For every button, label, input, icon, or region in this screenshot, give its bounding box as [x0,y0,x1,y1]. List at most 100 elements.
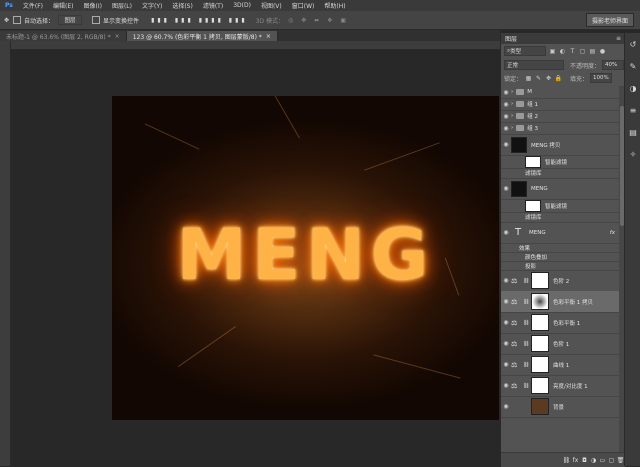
3d-tools-icons[interactable]: ◎ ✥ ⬌ ❖ ▣ [288,14,349,26]
fx-icon[interactable]: fx [610,230,615,236]
layer-row[interactable]: ◉ T MENG fx [501,222,619,244]
filter-toggle-icon[interactable]: ● [599,48,606,55]
visibility-eye-icon[interactable]: ◉ [501,101,511,108]
link-icon[interactable]: ⛓ [523,278,531,284]
visibility-eye-icon[interactable]: ◉ [501,319,511,326]
link-icon[interactable]: ⛓ [562,457,571,464]
shape-filter-icon[interactable]: ▢ [579,48,586,55]
blend-mode-dropdown[interactable]: 正常 [504,60,564,70]
layer-row[interactable]: ◉ ⚖ ⛓ 曲线 1 [501,354,619,376]
show-transform-checkbox[interactable]: 显示变换控件 [92,14,139,26]
visibility-eye-icon[interactable]: ◉ [501,403,511,410]
visibility-eye-icon[interactable]: ◉ [501,113,511,120]
link-icon[interactable]: ⛓ [523,383,531,389]
layer-name: 效果 [519,245,531,252]
smart-filter-icon[interactable]: ▤ [589,48,596,55]
fx-icon[interactable]: fx [571,457,580,464]
expand-chevron-icon[interactable]: › [511,89,513,95]
visibility-eye-icon[interactable]: ◉ [501,125,511,132]
layer-name: 组 2 [527,114,538,120]
brush-icon[interactable]: ✎ [625,55,640,77]
folder-icon[interactable]: ▭ [598,457,607,464]
lock-pixels-icon[interactable]: ▦ [525,75,532,82]
layer-row[interactable]: ◉ ⚖ ⛓ 亮度/对比度 1 [501,375,619,397]
mask-icon[interactable]: ◘ [580,457,589,464]
visibility-eye-icon[interactable]: ◉ [501,89,511,96]
opacity-field[interactable]: 40% [602,60,625,70]
layer-row[interactable]: ◉ 背景 [501,396,619,418]
lock-move-icon[interactable]: ✥ [545,75,552,82]
menu-item[interactable]: 视图(V) [256,1,287,10]
layer-mask-thumbnail [531,398,549,415]
menu-item[interactable]: 滤镜(T) [198,1,228,10]
link-icon[interactable]: ⛓ [523,341,531,347]
menu-item[interactable]: 图像(I) [79,1,107,10]
visibility-eye-icon[interactable]: ◉ [501,361,511,368]
flame-text: MENG [176,214,435,296]
type-filter-icon[interactable]: T [569,48,576,55]
visibility-eye-icon[interactable]: ◉ [501,298,511,305]
visibility-eye-icon[interactable]: ◉ [501,382,511,389]
visibility-eye-icon[interactable]: ◉ [501,141,511,148]
visibility-eye-icon[interactable]: ◉ [501,229,511,236]
layer-name: 色阶 1 [553,341,570,348]
auto-select-dropdown[interactable]: 图层 [58,15,83,25]
adjustment-filter-icon[interactable]: ◐ [559,48,566,55]
lock-paint-icon[interactable]: ✎ [535,75,542,82]
filter-row: ⌕ 类型 ▣ ◐ T ▢ ▤ ● [501,45,625,57]
menu-item[interactable]: 3D(D) [228,2,256,9]
adjustment-layer-icon: ⚖ [511,381,518,390]
layer-row[interactable]: ◉ MENG [501,178,619,200]
layer-row[interactable]: ◉ ⚖ ⛓ 色彩平衡 1 拷贝 [501,291,619,313]
layer-row[interactable]: 智能滤镜 [501,155,619,169]
align-icons[interactable]: ▮▮▮ ▮▮▮ ▮▮▮▮ ▮▮▮ [151,14,248,26]
layer-row[interactable]: ◉ ⚖ ⛓ 色阶 1 [501,333,619,355]
channels-icon[interactable]: ▤ [625,121,640,143]
layer-row[interactable]: ◉ ⚖ ⛓ 色阶 2 [501,270,619,292]
auto-select-checkbox[interactable]: 自动选择： [13,14,54,26]
expand-chevron-icon[interactable]: › [511,125,513,131]
link-icon[interactable]: ⛓ [523,299,531,305]
menu-item[interactable]: 文件(F) [18,1,48,10]
lock-all-icon[interactable]: 🔒 [555,75,562,82]
new-layer-icon[interactable]: ▢ [607,457,616,464]
pixel-filter-icon[interactable]: ▣ [549,48,556,55]
document-tab-2[interactable]: 123 @ 60.7% (色彩平衡 1 拷贝, 图层蒙版/8) * × [126,31,278,41]
layer-name: 组 1 [527,102,538,108]
menu-item[interactable]: 选择(S) [167,1,198,10]
adjustment-icon[interactable]: ◑ [589,457,598,464]
ps-logo-icon[interactable]: Ps [0,2,18,9]
document-canvas[interactable]: MENG [112,96,499,420]
link-icon[interactable]: ⛓ [523,362,531,368]
fill-field[interactable]: 100% [590,73,613,83]
auto-select-label: 自动选择： [24,17,55,25]
layer-mask-thumbnail [531,377,549,394]
link-icon[interactable]: ⛓ [523,320,531,326]
menu-item[interactable]: 帮助(H) [319,1,350,10]
close-icon[interactable]: × [115,33,120,40]
adjust-icon[interactable]: ◑ [625,77,640,99]
close-icon[interactable]: × [266,33,271,40]
menu-item[interactable]: 窗口(W) [287,1,320,10]
expand-chevron-icon[interactable]: › [511,101,513,107]
move-tool-icon[interactable]: ✥ [4,14,9,26]
menu-item[interactable]: 编辑(E) [48,1,78,10]
paths-icon[interactable]: ✧ [625,143,640,165]
layer-row[interactable]: 智能滤镜 [501,199,619,213]
expand-chevron-icon[interactable]: › [511,113,513,119]
properties-icon[interactable]: ≡ [625,99,640,121]
filter-kind-dropdown[interactable]: ⌕ 类型 [504,46,546,56]
menu-item[interactable]: 文字(Y) [137,1,167,10]
tab-layers[interactable]: 图层 [501,34,521,43]
history-icon[interactable]: ↺ [625,33,640,55]
visibility-eye-icon[interactable]: ◉ [501,185,511,192]
layer-row[interactable]: ◉ MENG 拷贝 [501,134,619,156]
layer-mask-thumbnail [531,314,549,331]
document-tab-bar: 未标题-1 @ 63.6% (图层 2, RGB/8) * × 123 @ 60.… [0,30,500,41]
visibility-eye-icon[interactable]: ◉ [501,340,511,347]
menu-item[interactable]: 图层(L) [107,1,137,10]
layer-row[interactable]: ◉ ⚖ ⛓ 色彩平衡 1 [501,312,619,334]
document-tab-1[interactable]: 未标题-1 @ 63.6% (图层 2, RGB/8) * × [0,31,127,41]
visibility-eye-icon[interactable]: ◉ [501,277,511,284]
workspace-preset-button[interactable]: 摄影老师界面 [585,13,634,27]
